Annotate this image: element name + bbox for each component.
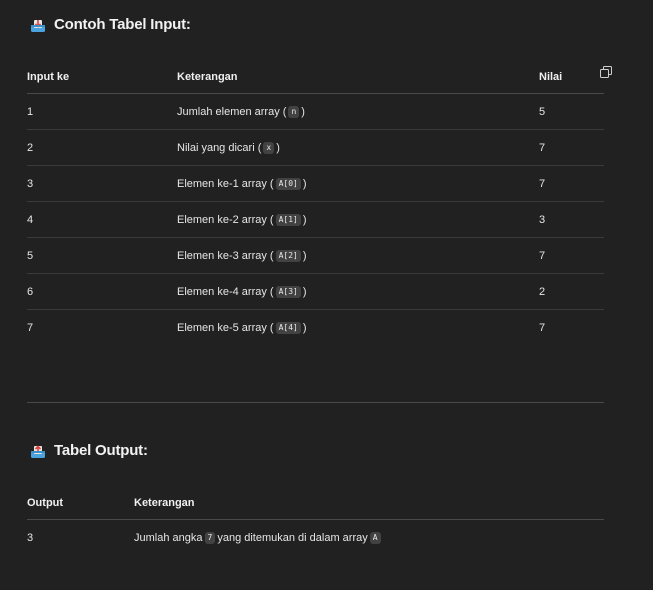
inline-code: A[0] (275, 177, 301, 190)
input-value: 3 (539, 213, 546, 226)
description-text: Jumlah elemen array ( (177, 105, 287, 118)
inline-code: x (263, 141, 275, 154)
input-description: Nilai yang dicari (x) (177, 130, 280, 165)
inline-code: 7 (204, 531, 216, 544)
input-section-title: Contoh Tabel Input: (30, 16, 191, 33)
input-value: 7 (539, 177, 546, 190)
table-row: 3 Elemen ke-1 array (A[0]) 7 (27, 166, 604, 202)
description-text: Elemen ke-5 array ( (177, 321, 274, 334)
table-row: 6 Elemen ke-4 array (A[3]) 2 (27, 274, 604, 310)
input-number: 4 (27, 213, 34, 226)
table-row: 1 Jumlah elemen array (n) 5 (27, 94, 604, 130)
input-description: Elemen ke-2 array (A[1]) (177, 202, 307, 237)
input-description: Elemen ke-3 array (A[2]) (177, 238, 307, 273)
output-description: Jumlah angka 7 yang ditemukan di dalam arr… (134, 520, 383, 555)
input-number: 2 (27, 141, 34, 154)
header-keterangan: Keterangan (177, 70, 238, 83)
table-row: 4 Elemen ke-2 array (A[1]) 3 (27, 202, 604, 238)
output-section-title: Tabel Output: (30, 442, 148, 459)
description-tail: ) (301, 105, 305, 118)
description-text: Elemen ke-1 array ( (177, 177, 274, 190)
inline-code: A[4] (275, 321, 301, 334)
inline-code: A[3] (275, 285, 301, 298)
output-table: Output Keterangan 3 Jumlah angka 7 yang dit… (27, 486, 604, 555)
input-value: 7 (539, 141, 546, 154)
input-number: 7 (27, 321, 34, 334)
input-description: Elemen ke-5 array (A[4]) (177, 310, 307, 345)
input-section-title-text: Contoh Tabel Input: (54, 16, 191, 33)
input-number: 5 (27, 249, 34, 262)
input-number: 6 (27, 285, 34, 298)
input-table-header: Input ke Keterangan Nilai (27, 60, 604, 94)
header-input-ke: Input ke (27, 70, 70, 83)
inline-code: A[2] (275, 249, 301, 262)
input-description: Elemen ke-4 array (A[3]) (177, 274, 307, 309)
description-tail: ) (276, 141, 280, 154)
inline-code: A[1] (275, 213, 301, 226)
description-tail: ) (302, 249, 307, 262)
table-row: 3 Jumlah angka 7 yang ditemukan di dalam ar… (27, 520, 604, 555)
description-text: Jumlah angka (134, 531, 203, 544)
input-number: 3 (27, 177, 34, 190)
input-description: Jumlah elemen array (n) (177, 94, 305, 129)
inline-code: n (288, 105, 300, 118)
input-value: 7 (539, 321, 546, 334)
description-text: Nilai yang dicari ( (177, 141, 262, 154)
input-table: Input ke Keterangan Nilai 1 Jumlah elemen… (27, 60, 604, 345)
inline-code: A (369, 531, 381, 544)
table-row: 7 Elemen ke-5 array (A[4]) 7 (27, 310, 604, 345)
description-text: Elemen ke-3 array ( (177, 249, 274, 262)
input-description: Elemen ke-1 array (A[0]) (177, 166, 307, 201)
description-tail: ) (302, 285, 307, 298)
output-section-title-text: Tabel Output: (54, 442, 148, 459)
output-table-header: Output Keterangan (27, 486, 604, 520)
output-value: 3 (27, 531, 34, 544)
input-value: 7 (539, 249, 546, 262)
description-tail: ) (302, 213, 307, 226)
table-row: 5 Elemen ke-3 array (A[2]) 7 (27, 238, 604, 274)
header-keterangan-output: Keterangan (134, 496, 195, 509)
description-tail: ) (302, 321, 307, 334)
description-text: Elemen ke-2 array ( (177, 213, 274, 226)
table-row: 2 Nilai yang dicari (x) 7 (27, 130, 604, 166)
input-number: 1 (27, 105, 34, 118)
input-value: 2 (539, 285, 546, 298)
header-nilai: Nilai (539, 70, 563, 83)
section-divider (27, 402, 604, 403)
input-value: 5 (539, 105, 546, 118)
outbox-tray-icon (31, 444, 45, 458)
description-tail: ) (302, 177, 307, 190)
inbox-tray-icon (31, 19, 45, 32)
description-text: Elemen ke-4 array ( (177, 285, 274, 298)
header-output: Output (27, 496, 64, 509)
description-text: yang ditemukan di dalam array (217, 531, 368, 544)
